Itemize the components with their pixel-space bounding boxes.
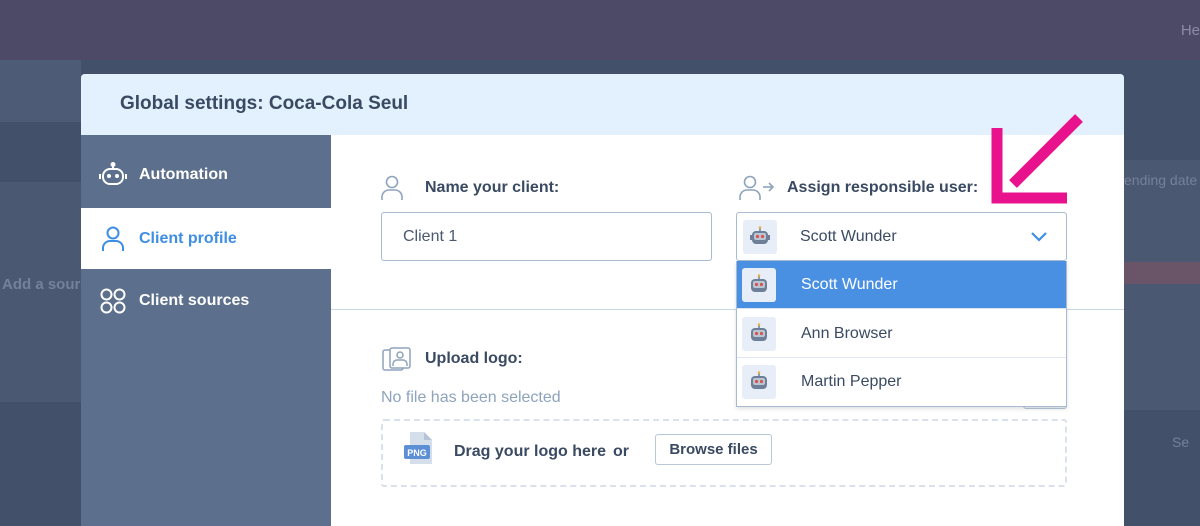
browse-files-button[interactable]: Browse files xyxy=(655,434,772,465)
user-option-martin-pepper[interactable]: Martin Pepper xyxy=(737,358,1066,406)
sidebar-item-label: Client sources xyxy=(139,291,250,309)
four-circles-icon xyxy=(99,287,127,315)
logo-drop-zone[interactable]: PNG Drag your logo here or Browse files xyxy=(381,419,1067,487)
sidebar-item-client-profile[interactable]: Client profile xyxy=(81,208,331,269)
user-dropdown-list: Scott Wunder Ann Browser Martin Pepper xyxy=(736,261,1067,407)
sidebar-item-automation[interactable]: Automation xyxy=(81,144,331,205)
sidebar-item-label: Client profile xyxy=(139,229,237,247)
sidebar-item-label: Automation xyxy=(139,165,228,183)
robot-avatar-icon xyxy=(743,220,777,254)
settings-sidebar: Automation Client profile Client sources xyxy=(81,135,331,526)
user-option-scott-wunder[interactable]: Scott Wunder xyxy=(737,261,1066,309)
user-option-ann-browser[interactable]: Ann Browser xyxy=(737,310,1066,358)
robot-avatar-icon xyxy=(742,365,776,399)
background-panel xyxy=(1123,160,1200,410)
user-option-name: Scott Wunder xyxy=(801,276,898,293)
chevron-down-icon xyxy=(1030,229,1048,248)
background-topbar: He xyxy=(0,0,1200,60)
background-topbar-text: He xyxy=(1180,22,1200,39)
sidebar-item-client-sources[interactable]: Client sources xyxy=(81,270,331,331)
modal-header: Global settings: Coca-Cola Seul xyxy=(81,74,1124,135)
drag-logo-text: Drag your logo here xyxy=(454,443,607,460)
image-upload-icon xyxy=(382,347,412,378)
selected-user-text: Scott Wunder xyxy=(800,228,897,245)
background-panel xyxy=(0,60,81,122)
robot-avatar-icon xyxy=(742,268,776,302)
background-add-source-text: Add a sourc xyxy=(2,276,89,293)
user-outline-icon xyxy=(381,175,403,206)
robot-avatar-icon xyxy=(742,317,776,351)
user-option-name: Ann Browser xyxy=(801,325,893,342)
client-name-input[interactable] xyxy=(381,212,712,261)
responsible-user-label: Assign responsible user: xyxy=(787,179,979,196)
annotation-arrow-icon xyxy=(985,108,1089,213)
png-badge-text: PNG xyxy=(407,448,427,458)
client-name-label: Name your client: xyxy=(425,179,560,196)
or-text: or xyxy=(613,443,629,460)
user-icon xyxy=(99,225,127,253)
robot-icon xyxy=(99,161,127,189)
background-text: Se xyxy=(1172,434,1190,450)
modal-title: Global settings: Coca-Cola Seul xyxy=(120,93,409,114)
user-option-name: Martin Pepper xyxy=(801,373,902,390)
user-assign-icon xyxy=(739,175,775,206)
png-file-icon: PNG xyxy=(404,431,442,470)
background-date-text: ending date xyxy=(1124,172,1198,188)
file-status-text: No file has been selected xyxy=(381,389,561,406)
upload-logo-label: Upload logo: xyxy=(425,350,523,367)
responsible-user-select[interactable]: Scott Wunder xyxy=(736,212,1067,261)
background-bar xyxy=(1123,262,1200,284)
global-settings-modal: Global settings: Coca-Cola Seul Automati… xyxy=(81,74,1124,526)
